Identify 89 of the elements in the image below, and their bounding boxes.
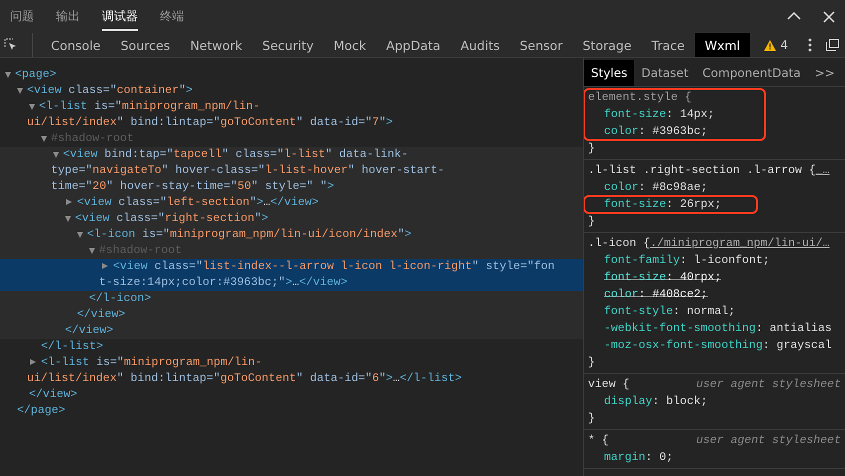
dom-node-row[interactable]: <view class="right-section"> [0,211,583,227]
panel-tab[interactable]: 输出 [56,2,80,31]
panel-tab[interactable]: Console [41,33,111,57]
css-selector: .l-list .right-section .l-arrow { [588,163,816,179]
code-line: </page> [17,403,66,419]
expanded-triangle-icon[interactable] [77,232,83,238]
styles-tab[interactable]: ComponentData [695,60,808,86]
code-line: <view bind:tap="tapcell" class="l-list" data-link- [63,147,408,163]
styles-tab[interactable]: Styles [584,60,634,86]
panel-tab[interactable]: 问题 [10,2,34,31]
css-declaration[interactable]: color: #408ce2; [588,286,845,303]
dom-node-row[interactable]: <view class="list-index--l-arrow l-icon l-icon-right" style="fon t-size:14px;color:#3963bc;">…</view> [0,259,583,291]
collapsed-triangle-icon[interactable] [102,263,108,269]
panel-tab[interactable]: AppData [376,33,450,57]
expanded-triangle-icon[interactable] [17,88,23,94]
close-icon[interactable] [823,10,835,22]
panel-tab[interactable]: 调试器 [102,2,138,31]
panel-tab[interactable]: Network [180,33,252,57]
closing-brace: } [588,214,596,230]
source-link[interactable]: ./miniprogram_npm/lin-ui/… [650,235,830,252]
more-options-icon[interactable] [808,38,812,52]
closing-brace: } [588,411,596,427]
stylesheet-origin: user agent stylesheet [696,377,841,393]
css-selector: element.style { [588,90,692,106]
dock-icon[interactable] [826,39,839,51]
code-line: <view class="container"> [27,83,193,99]
chevron-up-icon[interactable] [787,10,801,20]
styles-tab[interactable]: Dataset [634,60,696,86]
code-line: ui/list/index" bind:lintap="goToContent" data-id="6">…</l-list> [27,371,462,387]
panel-tab[interactable]: Storage [572,33,642,57]
stylesheet-origin: user agent stylesheet [696,433,841,449]
code-line: </l-list> [41,339,104,355]
css-selector: view { [588,377,630,393]
panel-tab[interactable]: Mock [324,33,376,57]
expanded-triangle-icon[interactable] [5,72,11,78]
closing-brace: } [588,355,596,371]
closing-brace: } [588,141,596,157]
code-line: ui/list/index" bind:lintap="goToContent" data-id="7"> [27,115,393,131]
code-line: </view> [65,323,114,339]
warning-count[interactable]: 4 [780,38,788,52]
code-line: </l-icon> [89,291,152,307]
panel-tab[interactable]: Audits [450,33,510,57]
code-line: <l-icon is="miniprogram_npm/lin-ui/icon/index"> [87,227,412,243]
css-selector: * { [588,433,609,449]
css-declaration[interactable]: font-style: normal; [588,303,845,320]
dom-node-row[interactable]: <page> [0,67,583,83]
code-line: <l-list is="miniprogram_npm/lin- [39,99,260,115]
code-line: <view class="list-index--l-arrow l-icon l-icon-right" style="fon [113,259,555,275]
dom-node-row[interactable]: <view class="container"> [0,83,583,99]
css-declaration[interactable]: margin: 0; [588,449,845,466]
dom-node-row[interactable]: <view bind:tap="tapcell" class="l-list" data-link- type="navigateTo" hover-class="l-list-hover" hover-start- time="20" hover-stay-time="50" style=" "> [0,147,583,195]
panel-tab[interactable]: Wxml [694,33,750,57]
code-line: <view class="right-section"> [75,211,268,227]
css-declaration[interactable]: -webkit-font-smoothing: antialias [588,320,845,337]
css-selector: .l-icon { [588,236,650,252]
expanded-triangle-icon[interactable] [65,216,71,222]
warning-icon[interactable] [764,40,776,50]
dom-node-row[interactable]: <view class="left-section">…</view> [0,195,583,211]
panel-tab[interactable]: Sensor [510,33,573,57]
panel-tab[interactable]: 终端 [160,2,184,31]
dom-node-row[interactable]: <l-icon is="miniprogram_npm/lin-ui/icon/index"> [0,227,583,243]
code-line: <page> [15,67,56,83]
css-declaration[interactable]: font-size: 40rpx; [588,269,845,286]
css-declaration[interactable]: color: #8c98ae; [588,179,845,196]
collapsed-triangle-icon[interactable] [66,199,72,205]
code-line: type="navigateTo" hover-class="l-list-hover" hover-start- [51,163,444,179]
collapsed-triangle-icon[interactable] [30,359,36,365]
css-declaration[interactable]: color: #3963bc; [588,123,765,140]
css-declaration[interactable]: -moz-osx-font-smoothing: grayscal [588,337,845,354]
css-declaration[interactable]: font-size: 14px; [588,106,765,123]
expanded-triangle-icon[interactable] [29,104,35,110]
source-link[interactable]: _… [816,162,830,179]
panel-tab[interactable]: Trace [642,33,695,57]
styles-tab[interactable]: >> [808,60,842,86]
dom-node-row[interactable]: <l-list is="miniprogram_npm/lin- ui/list/index" bind:lintap="goToContent" data-id="7"> [0,99,583,131]
css-declaration[interactable]: font-family: l-iconfont; [588,252,845,269]
code-line: </view> [29,387,78,403]
code-line: <view class="left-section">…</view> [77,195,319,211]
inspect-icon[interactable] [4,38,18,52]
code-line: time="20" hover-stay-time="50" style=" "> [51,179,334,195]
code-line: </view> [77,307,126,323]
css-declaration[interactable]: font-size: 26rpx; [584,196,757,213]
expanded-triangle-icon[interactable] [53,152,59,158]
code-line: t-size:14px;color:#3963bc;">…</view> [99,275,348,291]
css-declaration[interactable]: display: block; [588,393,845,410]
panel-tab[interactable]: Security [252,33,324,57]
dom-node-row[interactable]: <l-list is="miniprogram_npm/lin- ui/list/index" bind:lintap="goToContent" data-id="6">…</l-list> [0,355,583,387]
code-line: <l-list is="miniprogram_npm/lin- [41,355,262,371]
panel-tab[interactable]: Sources [110,33,180,57]
